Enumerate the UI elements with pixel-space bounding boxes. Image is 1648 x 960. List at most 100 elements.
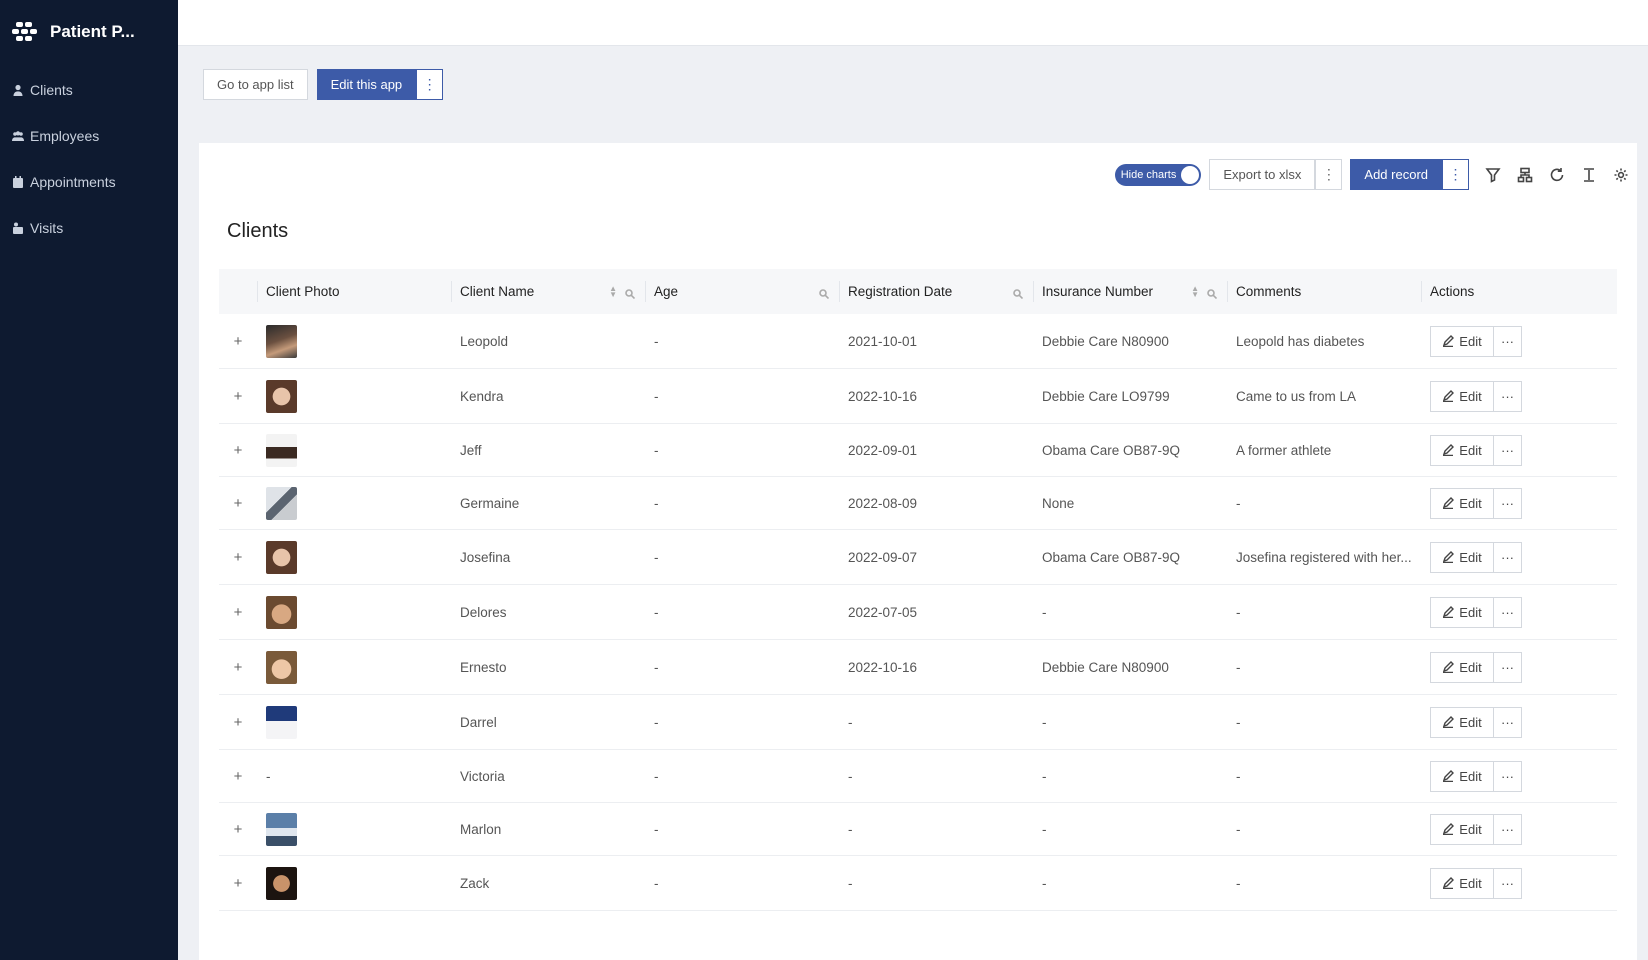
hierarchy-icon[interactable]	[1509, 159, 1541, 190]
sidebar: Patient P... Clients Employees Appointme…	[0, 0, 178, 960]
registration-date-cell: -	[848, 768, 853, 784]
edit-button[interactable]: Edit	[1430, 380, 1494, 412]
edit-button[interactable]: Edit	[1430, 487, 1494, 519]
column-header-label: Comments	[1236, 284, 1302, 299]
export-more-button[interactable]: ⋮	[1315, 159, 1343, 190]
sidebar-item-employees[interactable]: Employees	[0, 113, 178, 159]
column-header-age[interactable]: Age	[645, 269, 839, 314]
comments-cell: -	[1236, 659, 1241, 675]
edit-button[interactable]: Edit	[1430, 434, 1494, 466]
client-name-cell: Delores	[460, 604, 507, 620]
registration-date-cell: -	[848, 714, 853, 730]
edit-this-app-button[interactable]: Edit this app	[316, 69, 417, 100]
column-header-comments[interactable]: Comments	[1227, 269, 1421, 314]
sidebar-item-clients[interactable]: Clients	[0, 67, 178, 113]
column-search-icon[interactable]	[1013, 287, 1024, 299]
settings-icon[interactable]	[1605, 159, 1637, 190]
row-more-button[interactable]: ···	[1494, 813, 1522, 845]
expand-row-icon[interactable]: +	[234, 442, 243, 459]
expand-row-icon[interactable]: +	[234, 333, 243, 350]
actions-cell: Edit ···	[1421, 434, 1617, 466]
row-height-icon[interactable]	[1573, 159, 1605, 190]
filter-icon[interactable]	[1477, 159, 1509, 190]
column-header-name[interactable]: Client Name ▲ ▼	[451, 269, 645, 314]
sort-icon[interactable]: ▲ ▼	[1191, 284, 1199, 298]
edit-button[interactable]: Edit	[1430, 706, 1494, 738]
expand-row-icon[interactable]: +	[234, 495, 243, 512]
photo-athlete[interactable]	[266, 433, 297, 467]
sort-icon[interactable]: ▲ ▼	[609, 284, 617, 298]
edit-button[interactable]: Edit	[1430, 596, 1494, 628]
edit-app-more-button[interactable]: ⋮	[416, 69, 444, 100]
edit-button[interactable]: Edit	[1430, 651, 1494, 683]
row-more-button[interactable]: ···	[1494, 596, 1522, 628]
column-header-registration-date[interactable]: Registration Date	[839, 269, 1033, 314]
photo-man-beard[interactable]	[266, 866, 297, 900]
edit-button[interactable]: Edit	[1430, 325, 1494, 357]
edit-label: Edit	[1459, 714, 1482, 730]
row-more-button[interactable]: ···	[1494, 487, 1522, 519]
column-search-icon[interactable]	[1207, 287, 1218, 299]
row-more-button[interactable]: ···	[1494, 434, 1522, 466]
expand-row-icon[interactable]: +	[234, 604, 243, 621]
column-search-icon[interactable]	[625, 287, 636, 299]
row-actions: Edit ···	[1430, 813, 1617, 845]
refresh-icon[interactable]	[1541, 159, 1573, 190]
expand-row-icon[interactable]: +	[234, 714, 243, 731]
hide-charts-toggle[interactable]: Hide charts	[1114, 163, 1202, 186]
export-xlsx-button[interactable]: Export to xlsx	[1209, 159, 1316, 190]
edit-button[interactable]: Edit	[1430, 813, 1494, 845]
row-more-button[interactable]: ···	[1494, 867, 1522, 899]
expand-row-icon[interactable]: +	[234, 659, 243, 676]
edit-button[interactable]: Edit	[1430, 867, 1494, 899]
column-header-label: Client Name	[460, 284, 535, 299]
row-more-button[interactable]: ···	[1494, 325, 1522, 357]
row-more-button[interactable]: ···	[1494, 760, 1522, 792]
expand-row-icon[interactable]: +	[234, 768, 243, 785]
table-row: + Josefina - 2022-09-07 Obama Care OB87-9Q Jo…	[219, 530, 1617, 585]
client-name-cell: Kendra	[460, 388, 504, 404]
row-more-button[interactable]: ···	[1494, 651, 1522, 683]
photo-woman[interactable]	[266, 540, 297, 574]
go-to-app-list-button[interactable]: Go to app list	[203, 69, 308, 100]
edit-button[interactable]: Edit	[1430, 541, 1494, 573]
photo-man[interactable]	[266, 324, 297, 358]
expand-row-icon[interactable]: +	[234, 388, 243, 405]
expand-row-icon[interactable]: +	[234, 875, 243, 892]
photo-scene[interactable]	[266, 486, 297, 520]
table-header: Client Photo Client Name ▲ ▼ Age Registra…	[219, 269, 1617, 314]
table-row: + Leopold - 2021-10-01 Debbie Care N80900 Leo…	[219, 314, 1617, 369]
column-search-icon[interactable]	[819, 287, 830, 299]
row-more-button[interactable]: ···	[1494, 380, 1522, 412]
sidebar-item-label: Appointments	[30, 174, 116, 190]
sidebar-item-appointments[interactable]: Appointments	[0, 159, 178, 205]
photo-screenshot[interactable]	[266, 705, 297, 739]
row-actions: Edit ···	[1430, 651, 1617, 683]
row-more-button[interactable]: ···	[1494, 706, 1522, 738]
sidebar-item-visits[interactable]: Visits	[0, 205, 178, 251]
toggle-knob	[1181, 165, 1200, 184]
expand-row-icon[interactable]: +	[234, 821, 243, 838]
app-brand[interactable]: Patient P...	[0, 0, 178, 64]
client-photo-cell	[257, 866, 451, 900]
row-more-button[interactable]: ···	[1494, 541, 1522, 573]
photo-landscape[interactable]	[266, 812, 297, 846]
pencil-icon	[1443, 823, 1455, 835]
column-header-insurance[interactable]: Insurance Number ▲ ▼	[1033, 269, 1227, 314]
row-actions: Edit ···	[1430, 380, 1617, 412]
edit-label: Edit	[1459, 442, 1482, 458]
edit-button[interactable]: Edit	[1430, 760, 1494, 792]
visit-icon	[12, 222, 24, 234]
photo-man-smile[interactable]	[266, 595, 297, 629]
expand-cell: +	[219, 549, 257, 566]
expand-cell: +	[219, 768, 257, 785]
insurance-number-cell: Obama Care OB87-9Q	[1042, 442, 1181, 458]
photo-boy[interactable]	[266, 650, 297, 684]
column-header-photo[interactable]: Client Photo	[257, 269, 451, 314]
photo-woman[interactable]	[266, 379, 297, 413]
add-record-button[interactable]: Add record	[1350, 159, 1442, 190]
edit-label: Edit	[1459, 549, 1482, 565]
add-record-more-button[interactable]: ⋮	[1442, 159, 1469, 190]
expand-row-icon[interactable]: +	[234, 549, 243, 566]
row-actions: Edit ···	[1430, 596, 1617, 628]
